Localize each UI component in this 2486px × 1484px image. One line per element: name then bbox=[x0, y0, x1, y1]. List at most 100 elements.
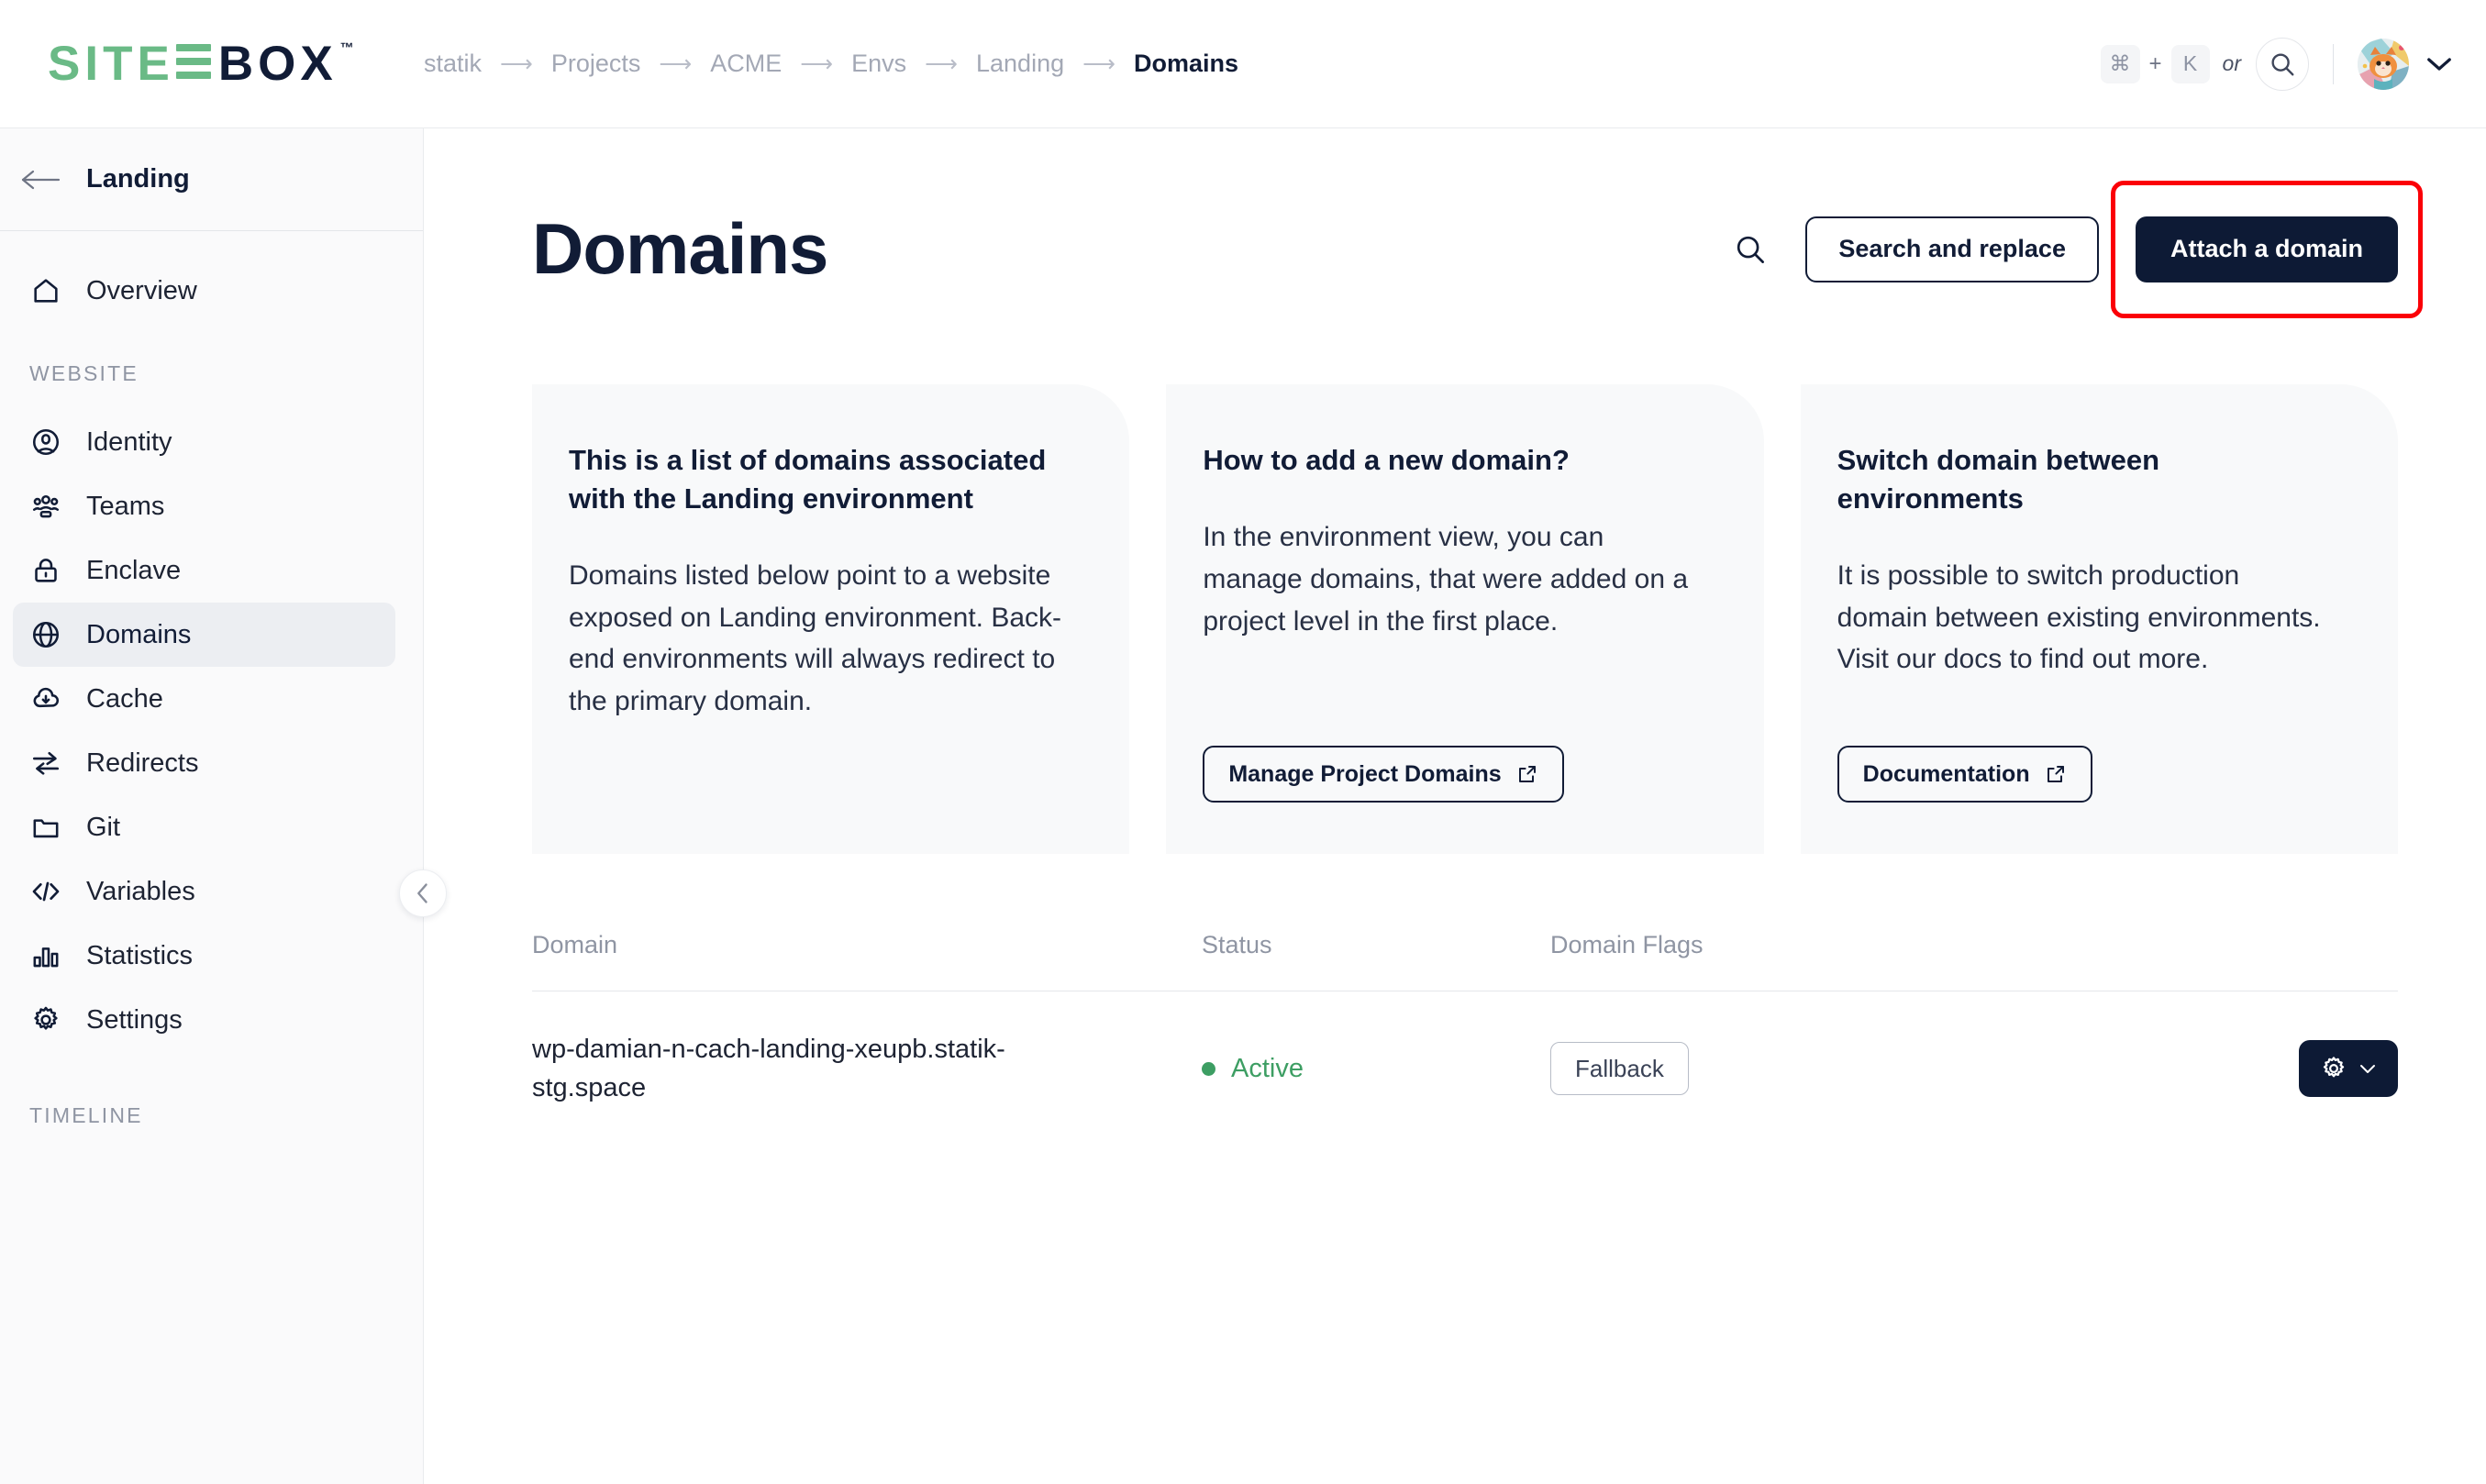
sidebar-nav: Overview WEBSITE Identity Teams Enclave … bbox=[0, 231, 423, 1152]
column-header-domain-flags: Domain Flags bbox=[1550, 931, 1704, 958]
sidebar-collapse-button[interactable] bbox=[399, 869, 447, 917]
card-body: In the environment view, you can manage … bbox=[1203, 521, 1689, 637]
table-header-row: Domain Status Domain Flags bbox=[532, 931, 2398, 991]
chevron-left-icon bbox=[417, 883, 427, 903]
sidebar-item-git[interactable]: Git bbox=[13, 795, 395, 859]
search-icon bbox=[1737, 236, 1765, 263]
sidebar-item-label: Cache bbox=[86, 683, 163, 714]
manage-project-domains-button[interactable]: Manage Project Domains bbox=[1203, 746, 1564, 803]
sidebar-item-variables[interactable]: Variables bbox=[13, 859, 395, 924]
page-header: Domains Search and replace Attach a doma… bbox=[532, 180, 2423, 318]
card-title: How to add a new domain? bbox=[1203, 444, 1570, 476]
breadcrumb-arrow-icon: ⟶ bbox=[659, 50, 693, 77]
page-actions: Search and replace Attach a domain bbox=[1721, 180, 2423, 318]
button-label: Manage Project Domains bbox=[1228, 760, 1502, 787]
search-and-replace-button[interactable]: Search and replace bbox=[1805, 216, 2099, 282]
home-icon bbox=[29, 274, 62, 307]
sidebar-item-label: Domains bbox=[86, 619, 192, 649]
sidebar-item-enclave[interactable]: Enclave bbox=[13, 538, 395, 603]
sidebar-item-redirects[interactable]: Redirects bbox=[13, 731, 395, 795]
user-circle-icon bbox=[29, 426, 62, 459]
sidebar-item-overview[interactable]: Overview bbox=[13, 259, 395, 323]
sidebar-item-label: Statistics bbox=[86, 940, 194, 970]
logo-e-bars-icon bbox=[175, 44, 211, 79]
card-title: This is a list of domains associated wit… bbox=[569, 444, 1047, 515]
status-badge: Active bbox=[1202, 1054, 1550, 1084]
attach-a-domain-button[interactable]: Attach a domain bbox=[2135, 216, 2398, 282]
column-header-domain: Domain bbox=[532, 931, 618, 958]
folder-icon bbox=[29, 811, 62, 844]
card-body: Domains listed below point to a website … bbox=[569, 559, 1062, 717]
brand-logo[interactable]: SITE BOX ™ bbox=[0, 39, 424, 88]
breadcrumb-arrow-icon: ⟶ bbox=[925, 50, 958, 77]
breadcrumb-item-statik[interactable]: statik bbox=[424, 50, 482, 78]
logo-text-site: SITE bbox=[48, 37, 174, 91]
flag-badge-fallback: Fallback bbox=[1550, 1042, 1689, 1096]
row-actions-button[interactable] bbox=[2299, 1040, 2398, 1098]
cloud-download-icon bbox=[29, 682, 62, 715]
chevron-down-icon bbox=[2360, 1064, 2375, 1073]
user-menu-chevron-button[interactable] bbox=[2425, 56, 2453, 72]
avatar[interactable] bbox=[2358, 38, 2409, 90]
search-icon-button[interactable] bbox=[1721, 220, 1780, 279]
breadcrumb-item-projects[interactable]: Projects bbox=[551, 50, 641, 78]
gear-icon bbox=[2323, 1057, 2345, 1078]
arrow-left-icon bbox=[21, 170, 61, 189]
sidebar-item-label: Redirects bbox=[86, 748, 199, 778]
sidebar: Landing Overview WEBSITE Identity Teams … bbox=[0, 128, 447, 1484]
info-cards: This is a list of domains associated wit… bbox=[532, 384, 2398, 854]
sidebar-item-domains[interactable]: Domains bbox=[13, 603, 395, 667]
info-card-how-to-add: How to add a new domain? In the environm… bbox=[1166, 384, 1764, 854]
sidebar-env-header[interactable]: Landing bbox=[0, 128, 423, 231]
app-window: SITE BOX ™ statik ⟶ Projects ⟶ ACME ⟶ En… bbox=[0, 0, 2486, 1484]
sidebar-item-statistics[interactable]: Statistics bbox=[13, 924, 395, 988]
shortcut-or-label: or bbox=[2222, 51, 2241, 75]
cat-avatar-icon bbox=[2358, 38, 2409, 90]
code-brackets-icon bbox=[29, 875, 62, 908]
sidebar-item-label: Settings bbox=[86, 1004, 183, 1035]
kbd-command: ⌘ bbox=[2100, 44, 2140, 83]
sidebar-item-label: Teams bbox=[86, 491, 165, 521]
kbd-k: K bbox=[2170, 44, 2210, 83]
column-header-status: Status bbox=[1202, 931, 1272, 958]
breadcrumb: statik ⟶ Projects ⟶ ACME ⟶ Envs ⟶ Landin… bbox=[424, 50, 1238, 78]
sidebar-item-label: Overview bbox=[86, 275, 197, 305]
breadcrumb-item-landing[interactable]: Landing bbox=[976, 50, 1064, 78]
search-icon-button[interactable] bbox=[2256, 37, 2309, 91]
breadcrumb-arrow-icon: ⟶ bbox=[1082, 50, 1115, 77]
sidebar-item-label: Variables bbox=[86, 876, 195, 906]
card-body: It is possible to switch production doma… bbox=[1837, 559, 2321, 675]
sidebar-item-label: Enclave bbox=[86, 555, 182, 585]
page-title: Domains bbox=[532, 208, 828, 289]
gear-icon bbox=[29, 1003, 62, 1036]
external-link-icon bbox=[1518, 766, 1536, 782]
breadcrumb-item-envs[interactable]: Envs bbox=[851, 50, 906, 78]
breadcrumb-item-domains[interactable]: Domains bbox=[1134, 50, 1238, 78]
lock-icon bbox=[29, 554, 62, 587]
sidebar-item-teams[interactable]: Teams bbox=[13, 474, 395, 538]
globe-icon bbox=[29, 618, 62, 651]
domains-table: Domain Status Domain Flags wp-damian-n-c… bbox=[532, 931, 2398, 1146]
divider bbox=[2333, 43, 2334, 84]
card-title: Switch domain between environments bbox=[1837, 444, 2160, 515]
search-icon bbox=[2271, 52, 2294, 75]
external-link-icon bbox=[2047, 766, 2064, 782]
info-card-switch-domain: Switch domain between environments It is… bbox=[1800, 384, 2398, 854]
chevron-down-icon bbox=[2427, 57, 2451, 71]
bar-chart-icon bbox=[29, 939, 62, 972]
sidebar-env-label: Landing bbox=[86, 164, 190, 194]
button-label: Documentation bbox=[1862, 760, 2030, 787]
documentation-button[interactable]: Documentation bbox=[1837, 746, 2092, 803]
sidebar-item-identity[interactable]: Identity bbox=[13, 410, 395, 474]
search-shortcut-hint: ⌘ + K bbox=[2100, 44, 2210, 83]
arrows-swap-icon bbox=[29, 747, 62, 780]
sidebar-item-cache[interactable]: Cache bbox=[13, 667, 395, 731]
breadcrumb-item-acme[interactable]: ACME bbox=[710, 50, 782, 78]
table-row[interactable]: wp-damian-n-cach-landing-xeupb.statik-st… bbox=[532, 991, 2398, 1146]
logo-text-box: BOX bbox=[217, 37, 338, 91]
sidebar-item-settings[interactable]: Settings bbox=[13, 988, 395, 1052]
info-card-domains-list: This is a list of domains associated wit… bbox=[532, 384, 1130, 854]
breadcrumb-arrow-icon: ⟶ bbox=[500, 50, 533, 77]
status-dot-icon bbox=[1202, 1061, 1215, 1076]
sidebar-section-timeline: TIMELINE bbox=[29, 1103, 143, 1127]
